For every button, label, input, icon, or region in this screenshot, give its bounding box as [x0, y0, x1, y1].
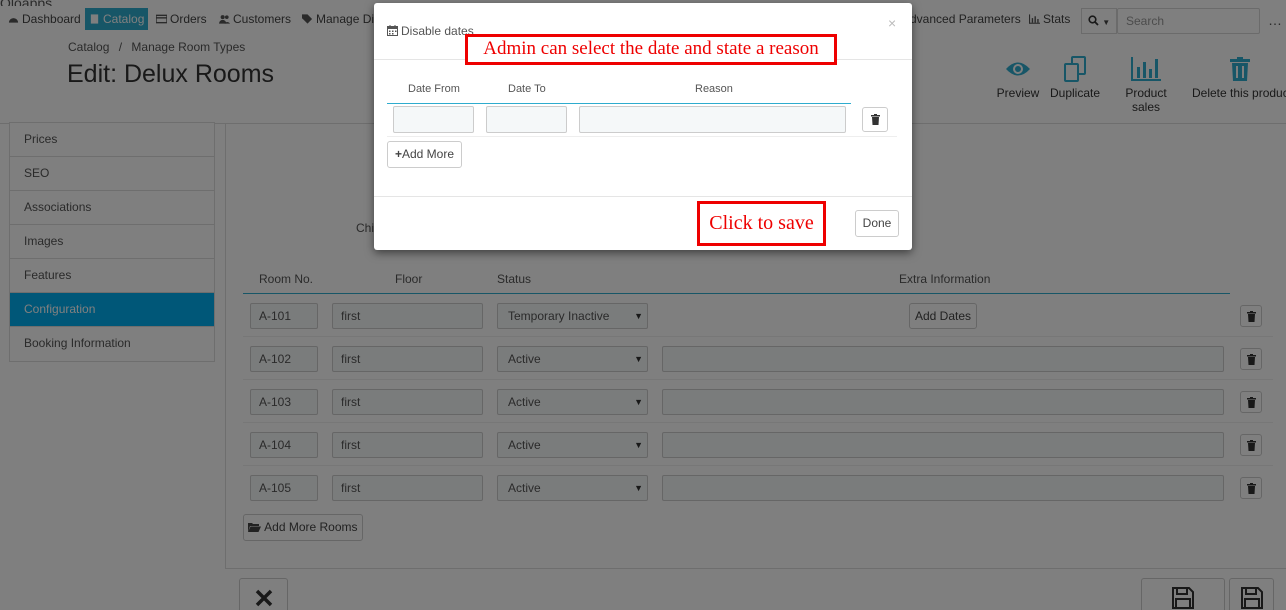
delete-date-row-button[interactable] [862, 107, 888, 132]
done-button[interactable]: Done [855, 210, 899, 237]
annotation-select-date: Admin can select the date and state a re… [465, 34, 837, 65]
date-to-input[interactable] [486, 106, 567, 133]
add-more-label: Add More [401, 147, 455, 161]
plus-icon: + [394, 147, 402, 161]
date-from-input[interactable] [393, 106, 474, 133]
modal-row-divider [387, 136, 897, 137]
header-date-to: Date To [508, 83, 546, 95]
header-date-from: Date From [408, 83, 460, 95]
trash-icon [870, 114, 880, 125]
modal-table-header-divider [387, 103, 851, 104]
calendar-icon [387, 25, 398, 36]
annotation-click-to-save: Click to save [697, 201, 826, 246]
reason-input[interactable] [579, 106, 846, 133]
header-reason: Reason [695, 83, 733, 95]
add-more-dates-button[interactable]: +Add More [387, 141, 462, 168]
modal-footer-divider [374, 196, 912, 197]
modal-title: Disable dates [387, 24, 474, 38]
close-icon[interactable]: × [888, 15, 896, 31]
modal-title-text: Disable dates [401, 24, 474, 38]
